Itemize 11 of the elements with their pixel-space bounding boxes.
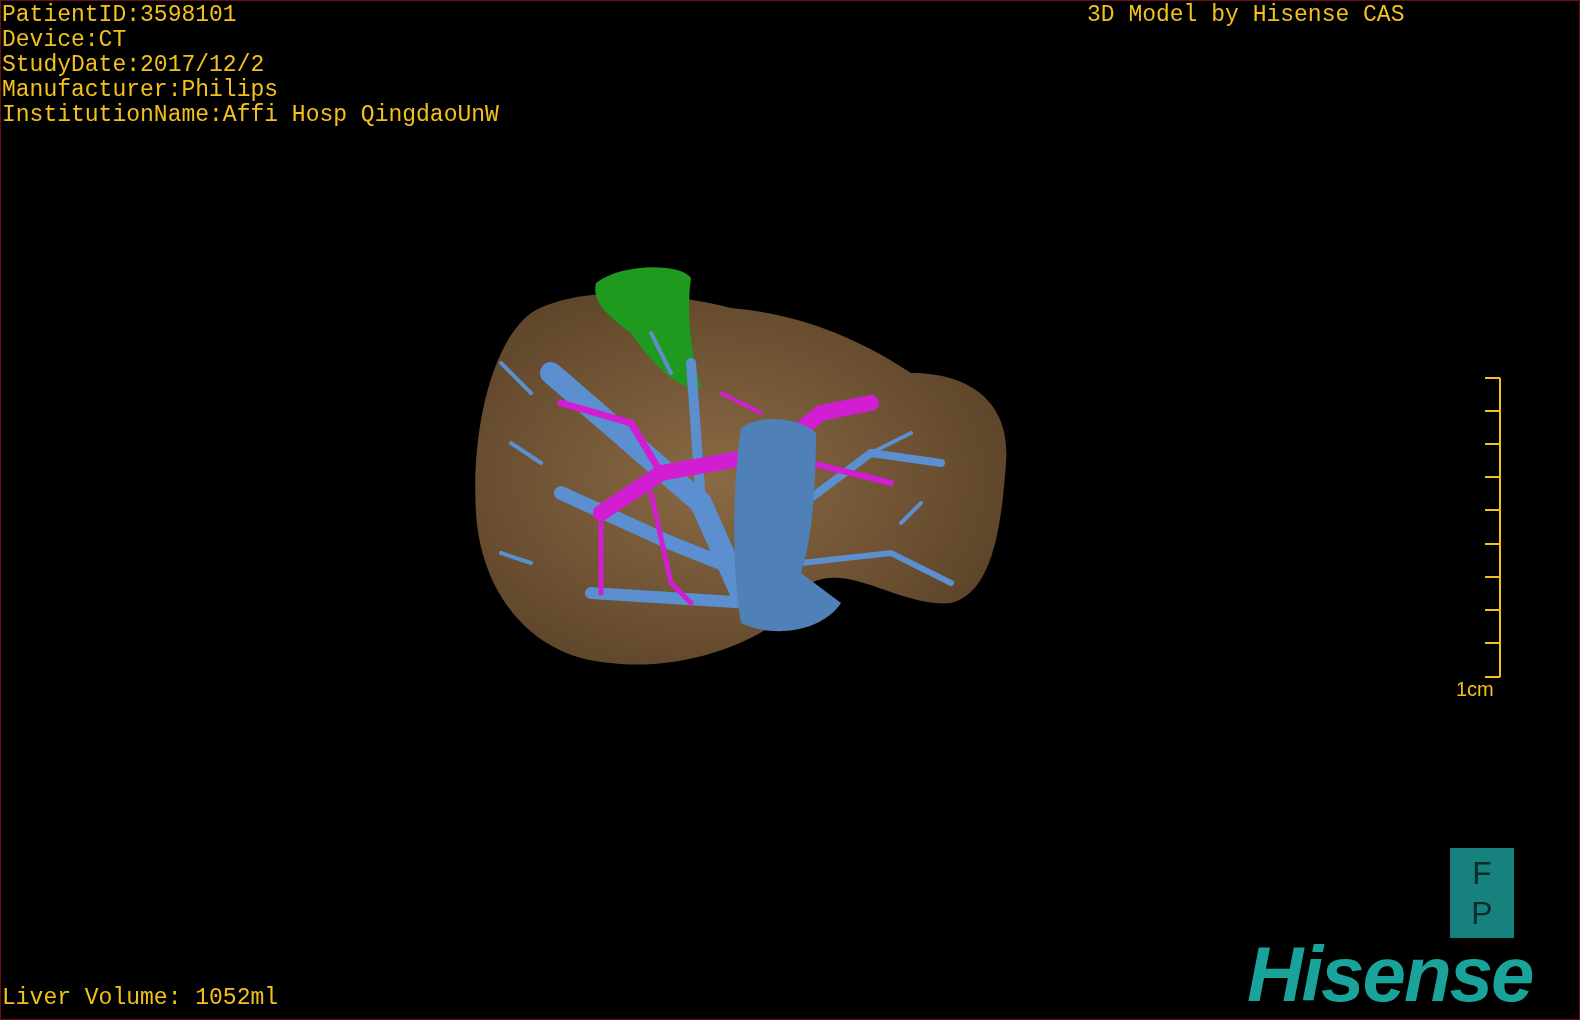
- scale-label: 1cm: [1456, 677, 1494, 701]
- patient-info-line: InstitutionName:Affi Hosp QingdaoUnW: [2, 103, 499, 128]
- patient-info-line: Manufacturer:Philips: [2, 78, 280, 103]
- patient-info-line: Device:CT: [2, 28, 128, 53]
- patient-info-line: StudyDate:2017/12/2: [2, 53, 266, 78]
- orientation-label: P: [1471, 894, 1493, 933]
- model-caption: 3D Model by Hisense CAS: [1087, 3, 1405, 28]
- logo: Hisense: [1247, 931, 1533, 1017]
- orientation-label: F: [1472, 854, 1492, 893]
- liver-volume: Liver Volume: 1052ml: [2, 986, 279, 1011]
- patient-info-line: PatientID:3598101: [2, 3, 238, 28]
